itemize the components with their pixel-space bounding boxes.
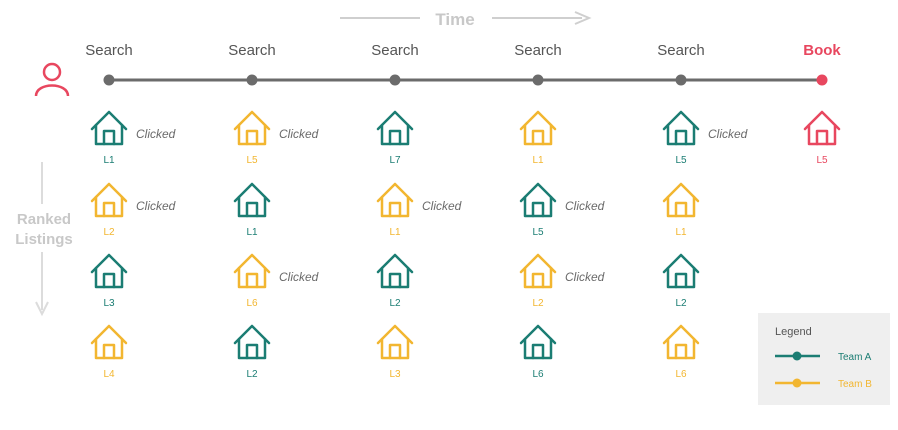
legend: Legend Team A Team B: [758, 313, 890, 405]
legend-label-team-a: Team A: [838, 352, 872, 363]
axis-label-line-1: Ranked: [17, 211, 71, 228]
house-icon: [233, 110, 271, 146]
listing-label: L1: [389, 227, 401, 238]
clicked-label: Clicked: [565, 270, 605, 284]
house-icon: [662, 110, 700, 146]
clicked-label: Clicked: [136, 127, 176, 141]
time-label: Time: [435, 10, 474, 29]
timeline-search-dot: [103, 74, 115, 86]
house-icon: [233, 253, 271, 289]
house-icon: [519, 253, 557, 289]
listing-label: L2: [532, 298, 544, 309]
listing-label: L6: [246, 298, 258, 309]
legend-swatch-dot-team-a: [792, 351, 802, 361]
timeline-book-dot: [816, 74, 828, 86]
step-label: Search: [85, 42, 133, 59]
step-label: Search: [657, 42, 705, 59]
house-icon: [662, 182, 700, 218]
listing-label: L2: [389, 298, 401, 309]
house-icon: [233, 182, 271, 218]
timeline-search-dot: [246, 74, 258, 86]
house-icon: [90, 253, 128, 289]
clicked-label: Clicked: [279, 270, 319, 284]
listing-label: L5: [675, 155, 687, 166]
clicked-label: Clicked: [708, 127, 748, 141]
listing-label: L3: [103, 298, 115, 309]
listing-label: L6: [675, 369, 687, 380]
clicked-label: Clicked: [565, 199, 605, 213]
listing-label: L3: [389, 369, 401, 380]
ranked-listings-arrow: Ranked Listings: [15, 162, 73, 317]
house-icon: [233, 324, 271, 360]
listing-label: L5: [532, 227, 544, 238]
step-label: Search: [228, 42, 276, 59]
listing-label: L1: [246, 227, 258, 238]
timeline-search-dot: [675, 74, 687, 86]
clicked-label: Clicked: [422, 199, 462, 213]
clicked-label: Clicked: [279, 127, 319, 141]
listing-label: L6: [532, 369, 544, 380]
listing-label: L5: [246, 155, 258, 166]
listing-label: L2: [103, 227, 115, 238]
listing-label: L1: [103, 155, 115, 166]
house-icon: [376, 324, 414, 360]
time-arrow: Time: [340, 10, 592, 29]
listing-label: L2: [675, 298, 687, 309]
listing-label: L2: [246, 369, 258, 380]
house-icon: [519, 110, 557, 146]
timeline-search-dot: [532, 74, 544, 86]
step-label: Search: [514, 42, 562, 59]
house-icon: [376, 253, 414, 289]
house-icon: [90, 182, 128, 218]
step-label: Book: [803, 42, 841, 59]
user-icon: [34, 62, 70, 97]
axis-label-line-2: Listings: [15, 231, 73, 248]
house-icon: [90, 110, 128, 146]
legend-label-team-b: Team B: [838, 379, 872, 390]
interleaving-diagram: Time Ranked Listings Legend Team A Team …: [15, 10, 890, 405]
listing-label: L7: [389, 155, 401, 166]
listing-label: L1: [532, 155, 544, 166]
clicked-label: Clicked: [136, 199, 176, 213]
house-icon: [376, 182, 414, 218]
listing-label: L5: [816, 155, 828, 166]
house-icon: [662, 324, 700, 360]
legend-swatch-dot-team-b: [792, 378, 802, 388]
timeline-search-dot: [389, 74, 401, 86]
house-icon: [519, 324, 557, 360]
legend-title: Legend: [775, 326, 812, 338]
listing-label: L4: [103, 369, 115, 380]
house-icon: [519, 182, 557, 218]
house-icon: [662, 253, 700, 289]
listing-label: L1: [675, 227, 687, 238]
step-label: Search: [371, 42, 419, 59]
house-icon: [376, 110, 414, 146]
house-icon: [90, 324, 128, 360]
house-icon: [803, 110, 841, 146]
